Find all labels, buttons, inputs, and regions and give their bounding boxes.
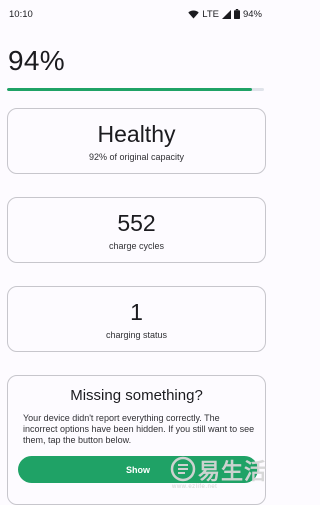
watermark-url: www.ezlife.net [172,484,218,490]
signal-icon [221,9,231,19]
status-time: 10:10 [9,8,33,20]
battery-icon [233,9,240,19]
battery-percent-status: 94% [242,8,262,20]
network-label: LTE [202,8,219,20]
missing-title: Missing something? [70,387,203,404]
watermark-text: 易生活 [198,459,268,484]
battery-level-fill [7,88,253,91]
missing-body: Your device didn't report everything cor… [23,413,255,445]
battery-percent: 94% [8,45,65,76]
battery-level-bar [7,88,264,91]
cycles-caption: charge cycles [108,240,165,251]
health-caption: 92% of original capacity [88,151,185,162]
status-bar: 10:10 LTE 94% [0,0,271,28]
charging-status-caption: charging status [105,329,168,340]
watermark-icon [170,456,196,482]
health-card: Healthy 92% of original capacity [7,108,266,174]
cycles-value: 552 [117,209,156,236]
charging-status-card: 1 charging status [7,286,266,352]
cycles-card: 552 charge cycles [7,197,266,263]
wifi-icon [188,10,199,18]
charging-status-value: 1 [130,298,143,325]
watermark-logo: 易生活 www.ezlife.net [168,452,268,498]
health-value: Healthy [97,120,176,147]
status-icons: LTE 94% [188,9,262,20]
